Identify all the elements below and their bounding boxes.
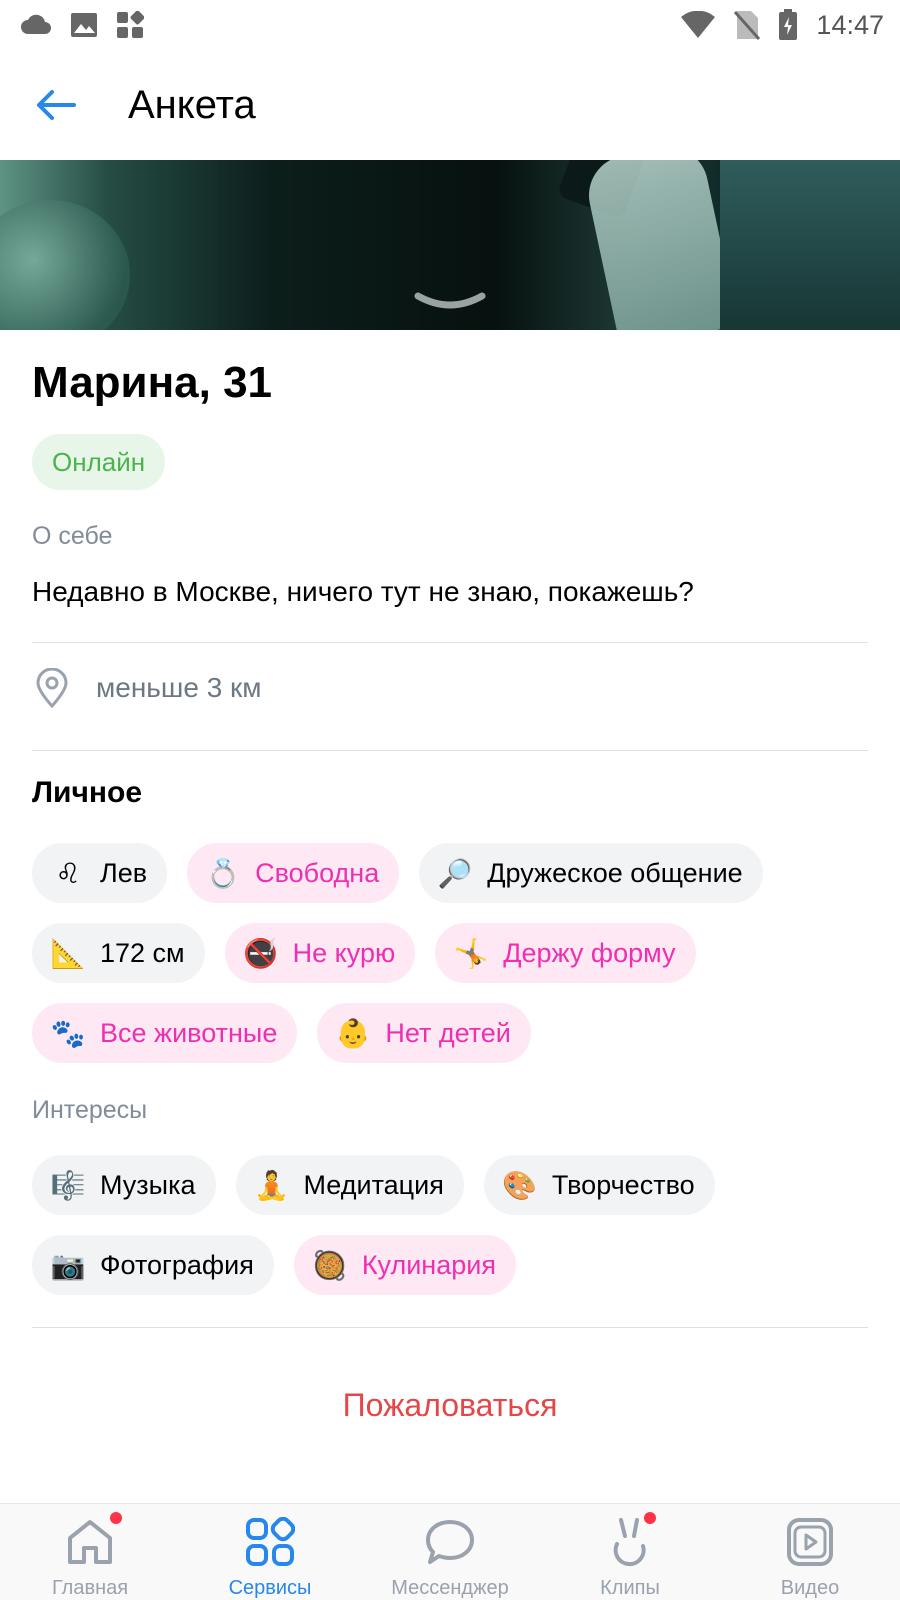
- chip-emoji-icon: 🎼: [50, 1168, 86, 1202]
- back-button[interactable]: [26, 75, 86, 135]
- nav-label: Мессенджер: [391, 1577, 509, 1599]
- notification-dot: [110, 1512, 122, 1524]
- services-icon: [242, 1514, 298, 1569]
- chip-emoji-icon: 🚭: [243, 936, 279, 970]
- chip-label: Все животные: [100, 1017, 278, 1048]
- status-left: [20, 11, 144, 39]
- chip-label: Дружеское общение: [487, 857, 743, 888]
- photo-shape: [720, 160, 900, 330]
- section-title-personal: Личное: [32, 776, 143, 809]
- nav-label: Клипы: [600, 1577, 660, 1599]
- nav-label: Видео: [780, 1577, 840, 1599]
- chip-emoji-icon: 🔎: [437, 856, 473, 890]
- chip-label: Кулинария: [361, 1249, 496, 1280]
- location-row: меньше 3 км: [32, 666, 262, 710]
- location-pin-icon: [32, 666, 72, 710]
- chip-label: Свободна: [255, 857, 380, 888]
- tag-chip[interactable]: 👶 Нет детей: [317, 1003, 531, 1063]
- messenger-icon: [422, 1514, 478, 1569]
- online-status-badge: Онлайн: [32, 434, 166, 490]
- nav-item-messenger[interactable]: Мессенджер: [360, 1504, 540, 1600]
- tag-chip[interactable]: 🎼 Музыка: [32, 1155, 216, 1215]
- chip-emoji-icon: 💍: [205, 856, 241, 890]
- arrow-left-icon: [37, 90, 76, 120]
- chip-emoji-icon: 📐: [50, 936, 86, 970]
- screen: 14:47 Анкета Марина, 31 Онлайн О себе Не…: [0, 0, 900, 1600]
- chip-label: Творчество: [551, 1169, 695, 1200]
- tag-chip[interactable]: 🥘 Кулинария: [293, 1235, 516, 1295]
- tag-chip[interactable]: 🔎 Дружеское общение: [419, 843, 763, 903]
- page-title: Анкета: [128, 82, 256, 127]
- tag-chip[interactable]: 🚭 Не курю: [224, 923, 416, 983]
- photo-shape: [581, 160, 739, 330]
- divider: [32, 1327, 868, 1328]
- home-icon: [62, 1514, 118, 1569]
- nav-item-video[interactable]: Видео: [720, 1504, 900, 1600]
- tag-chip[interactable]: 💍 Свободна: [187, 843, 400, 903]
- profile-name: Марина, 31: [32, 358, 273, 407]
- no-sim-icon: [734, 10, 761, 40]
- bottom-nav: Главная Сервисы Мессенджер Клипы Видео: [0, 1503, 900, 1600]
- chevron-down-icon: [414, 292, 486, 309]
- nav-item-clips[interactable]: Клипы: [540, 1504, 720, 1600]
- tag-chip[interactable]: 🎨 Творчество: [483, 1155, 715, 1215]
- battery-icon: [778, 9, 798, 41]
- chip-emoji-icon: 📷: [50, 1248, 86, 1282]
- chip-emoji-icon: 🥘: [312, 1248, 348, 1282]
- chip-label: Медитация: [303, 1169, 444, 1200]
- chip-label: Музыка: [100, 1169, 196, 1200]
- personal-chips: ♌ Лев 💍 Свободна 🔎 Дружеское общение 📐 172 см 🚭 Н…: [32, 843, 882, 1063]
- about-text: Недавно в Москве, ничего тут не знаю, по…: [32, 576, 694, 607]
- chip-emoji-icon: ♌: [55, 856, 81, 890]
- divider: [32, 642, 868, 643]
- video-icon: [782, 1514, 838, 1569]
- chip-label: Фотография: [100, 1249, 254, 1280]
- cover-photo[interactable]: [0, 160, 900, 330]
- chip-label: 172 см: [100, 937, 185, 968]
- app-header: Анкета: [0, 55, 900, 155]
- cloud-icon: [20, 14, 52, 36]
- status-bar: 14:47: [0, 0, 900, 50]
- chip-emoji-icon: 🐾: [50, 1016, 86, 1050]
- tag-chip[interactable]: 📐 172 см: [32, 923, 205, 983]
- image-icon: [70, 12, 98, 38]
- about-label: О себе: [32, 522, 113, 550]
- chip-label: Нет детей: [385, 1017, 511, 1048]
- tag-chip[interactable]: 🧘 Медитация: [235, 1155, 464, 1215]
- interest-chips: 🎼 Музыка 🧘 Медитация 🎨 Творчество 📷 Фотография 🥘…: [32, 1155, 882, 1295]
- apps-icon: [116, 11, 144, 39]
- status-right: 14:47: [680, 9, 884, 41]
- chip-emoji-icon: 🎨: [502, 1168, 538, 1202]
- status-time: 14:47: [816, 9, 884, 40]
- tag-chip[interactable]: 🐾 Все животные: [32, 1003, 298, 1063]
- chip-emoji-icon: 🤸: [453, 936, 489, 970]
- nav-label: Главная: [51, 1577, 129, 1599]
- nav-label: Сервисы: [228, 1577, 312, 1599]
- chip-label: Держу форму: [503, 937, 676, 968]
- wifi-icon: [680, 11, 716, 39]
- chip-label: Не курю: [292, 937, 396, 968]
- divider: [32, 750, 868, 751]
- tag-chip[interactable]: 🤸 Держу форму: [435, 923, 696, 983]
- chip-label: Лев: [100, 857, 148, 888]
- notification-dot: [644, 1512, 656, 1524]
- nav-item-services[interactable]: Сервисы: [180, 1504, 360, 1600]
- distance-text: меньше 3 км: [96, 672, 262, 703]
- tag-chip[interactable]: ♌ Лев: [32, 843, 168, 903]
- expand-photo-button[interactable]: [410, 288, 490, 318]
- photo-shape: [0, 200, 130, 330]
- chip-emoji-icon: 🧘: [254, 1168, 289, 1202]
- tag-chip[interactable]: 📷 Фотография: [32, 1235, 274, 1295]
- report-button[interactable]: Пожаловаться: [0, 1370, 900, 1440]
- chip-emoji-icon: 👶: [335, 1016, 371, 1050]
- nav-item-home[interactable]: Главная: [0, 1504, 180, 1600]
- section-title-interests: Интересы: [32, 1096, 148, 1124]
